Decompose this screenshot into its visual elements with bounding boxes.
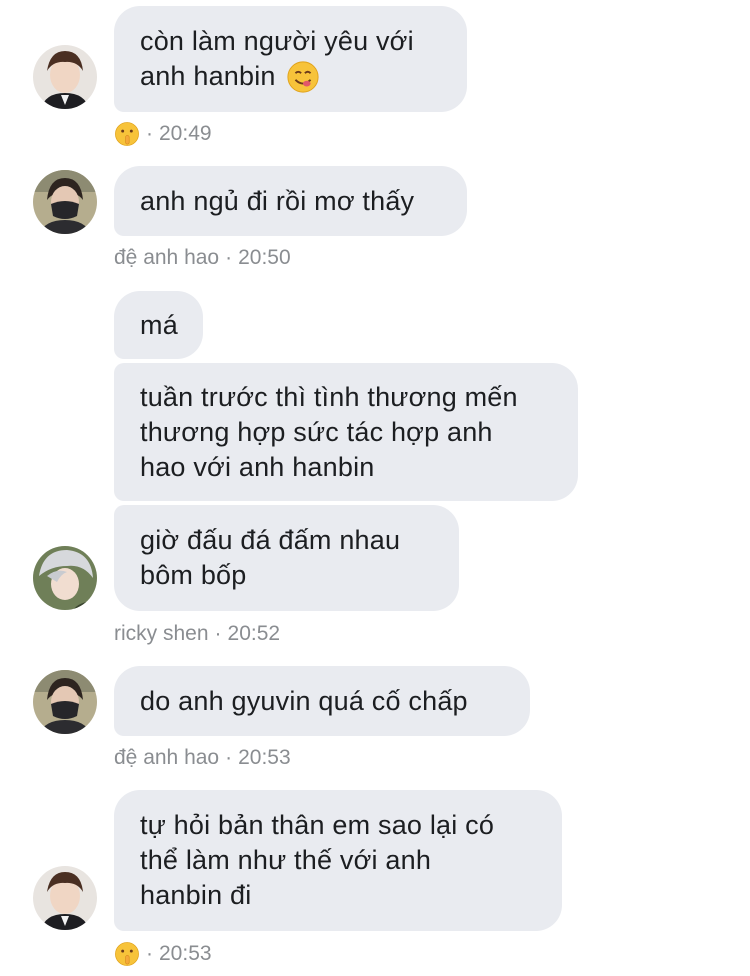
message-bubble[interactable]: do anh gyuvin quá cố chấp xyxy=(114,666,530,736)
message-text: anh ngủ đi rồi mơ thấy xyxy=(140,185,415,216)
message-meta: ricky shen · 20:52 xyxy=(114,622,280,646)
message-bubble[interactable]: anh ngủ đi rồi mơ thấy xyxy=(114,166,467,236)
chat-thread: còn làm người yêu với anh hanbin · 20:49 xyxy=(0,0,750,976)
message-time: 20:49 xyxy=(159,122,212,145)
message-text: tự hỏi bản thân em sao lại có thể làm nh… xyxy=(140,810,495,910)
message-bubble[interactable]: giờ đấu đá đấm nhau bôm bốp xyxy=(114,505,459,611)
shushing-face-icon xyxy=(115,122,139,146)
message-bubble[interactable]: tuần trước thì tình thương mến thương hợ… xyxy=(114,363,578,501)
message-text: do anh gyuvin quá cố chấp xyxy=(140,685,468,716)
message-text: tuần trước thì tình thương mến thương hợ… xyxy=(140,381,518,482)
message-time: 20:53 xyxy=(238,746,291,769)
shushing-face-icon xyxy=(115,942,139,966)
message-text: má xyxy=(140,309,178,340)
message-bubble[interactable]: còn làm người yêu với anh hanbin xyxy=(114,6,467,112)
message-bubble[interactable]: tự hỏi bản thân em sao lại có thể làm nh… xyxy=(114,790,562,931)
avatar-hanbin[interactable] xyxy=(33,45,97,109)
message-time: 20:52 xyxy=(227,622,281,645)
sender-name: đệ anh hao xyxy=(114,246,220,269)
avatar-de-anh-hao[interactable] xyxy=(33,170,97,234)
message-time: 20:50 xyxy=(238,246,291,269)
message-text: còn làm người yêu với anh hanbin xyxy=(140,24,414,95)
message-time: 20:53 xyxy=(159,942,212,965)
meta-separator: · xyxy=(146,942,153,965)
avatar-de-anh-hao[interactable] xyxy=(33,670,97,734)
message-meta: · 20:49 xyxy=(114,121,212,147)
sender-name: đệ anh hao xyxy=(114,746,220,769)
message-meta: đệ anh hao · 20:53 xyxy=(114,746,291,770)
meta-separator: · xyxy=(225,246,233,269)
message-text: giờ đấu đá đấm nhau bôm bốp xyxy=(140,525,401,590)
meta-separator: · xyxy=(214,622,222,645)
avatar-hanbin[interactable] xyxy=(33,866,97,930)
yum-face-icon xyxy=(287,61,319,94)
meta-separator: · xyxy=(146,122,153,145)
sender-name: ricky shen xyxy=(114,622,209,645)
message-bubble[interactable]: má xyxy=(114,291,203,359)
message-meta: · 20:53 xyxy=(114,941,212,967)
avatar-ricky-shen[interactable] xyxy=(33,546,97,610)
message-meta: đệ anh hao · 20:50 xyxy=(114,246,291,270)
meta-separator: · xyxy=(225,746,233,769)
